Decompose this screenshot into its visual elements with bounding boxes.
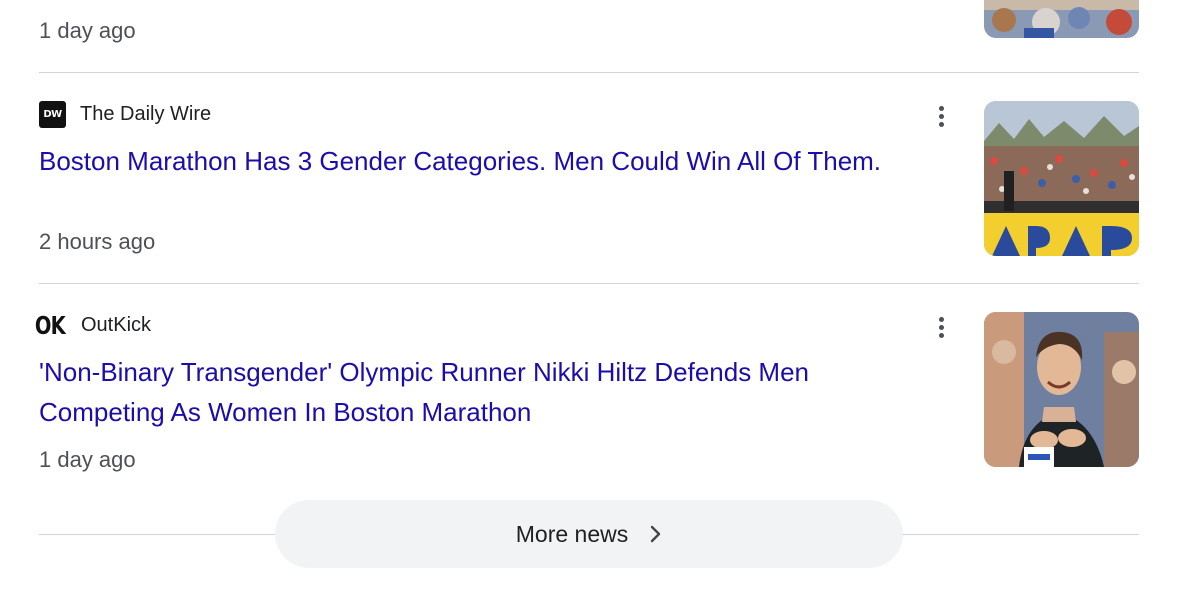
source-name: The Daily Wire <box>80 102 212 125</box>
news-thumbnail[interactable] <box>984 0 1139 38</box>
more-options-icon[interactable] <box>929 312 953 342</box>
chevron-right-icon <box>650 525 662 543</box>
article-timestamp: 1 day ago <box>39 18 136 43</box>
daily-wire-logo-icon: DW <box>39 100 66 128</box>
article-source[interactable]: OK OutKick <box>34 310 152 340</box>
article-timestamp: 2 hours ago <box>39 229 156 254</box>
divider <box>903 534 1139 535</box>
source-name: OutKick <box>81 313 152 336</box>
article-source[interactable]: DW The Daily Wire <box>39 100 211 128</box>
article-headline-link[interactable]: 'Non-Binary Transgender' Olympic Runner … <box>39 352 939 432</box>
more-news-label: More news <box>515 520 629 547</box>
runner-thumbnail[interactable] <box>984 312 1139 467</box>
divider <box>39 283 1139 284</box>
boston-marathon-thumbnail[interactable] <box>984 101 1139 256</box>
news-results: 1 day ago DW The Daily Wire Boston Marat… <box>0 0 1200 600</box>
divider <box>39 72 1139 73</box>
article-headline-link[interactable]: Boston Marathon Has 3 Gender Categories.… <box>39 141 939 181</box>
divider <box>39 534 275 535</box>
outkick-logo-icon: OK <box>34 310 66 340</box>
more-options-icon[interactable] <box>929 101 953 131</box>
article-timestamp: 1 day ago <box>39 447 136 472</box>
more-news-button[interactable]: More news <box>275 500 903 568</box>
